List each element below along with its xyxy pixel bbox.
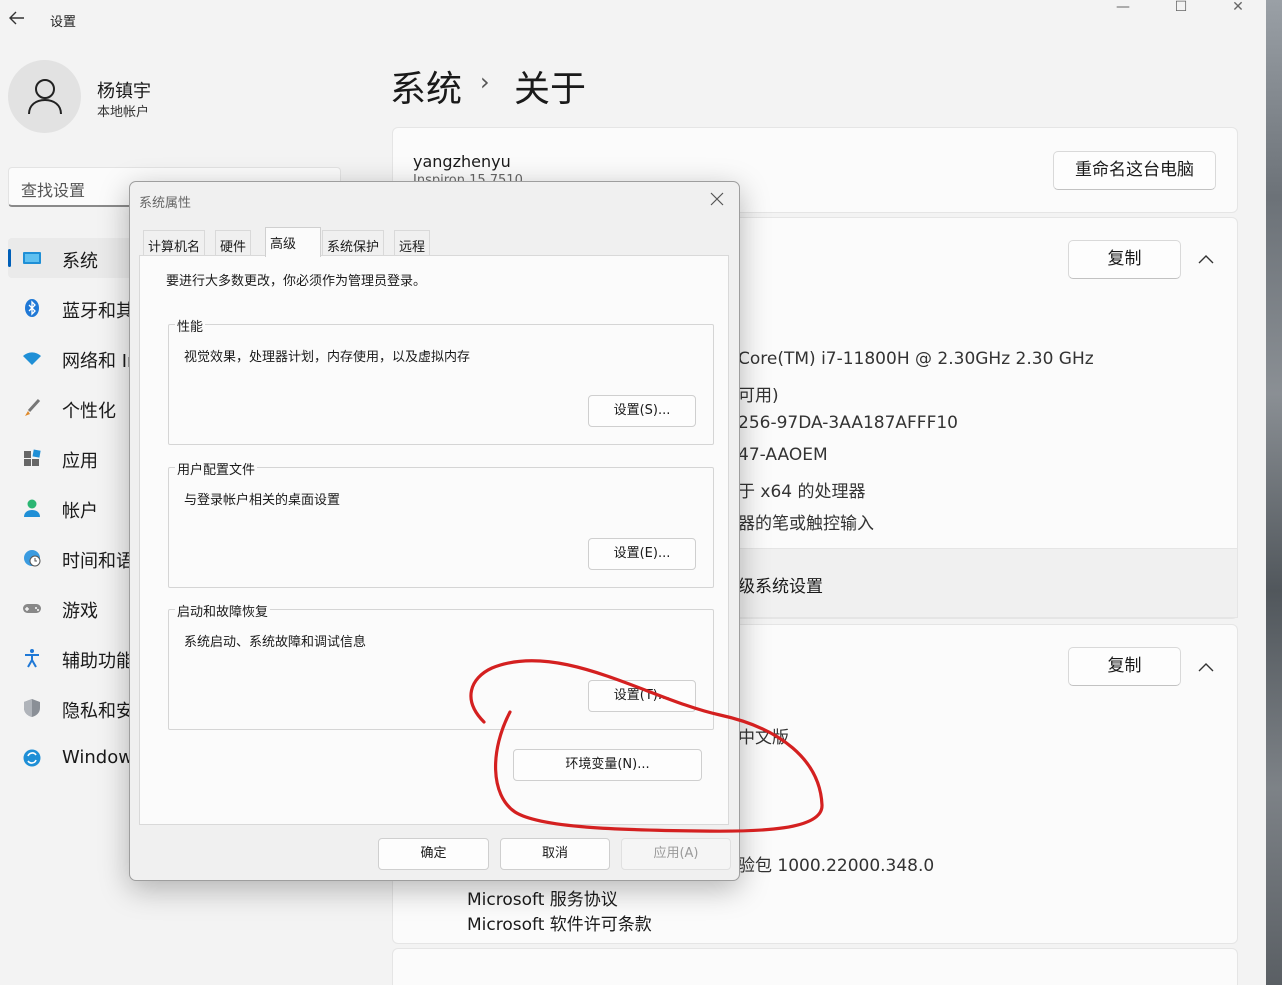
- performance-settings-button[interactable]: 设置(S)...: [588, 395, 696, 427]
- wifi-icon: [23, 352, 41, 365]
- globe-clock-icon: [24, 550, 41, 567]
- spec-product-id: 47-AAOEM: [738, 445, 828, 465]
- update-icon: [23, 749, 41, 767]
- admin-note: 要进行大多数更改，你必须作为管理员登录。: [166, 274, 427, 289]
- group-description: 与登录帐户相关的桌面设置: [184, 493, 341, 508]
- breadcrumb-parent[interactable]: 系统: [390, 60, 462, 112]
- maximize-button[interactable]: ☐: [1158, 0, 1204, 18]
- brush-icon: [25, 398, 41, 416]
- sidebar-item-label: 蓝牙和其: [62, 301, 134, 322]
- cancel-button[interactable]: 取消: [500, 838, 610, 870]
- system-properties-dialog: 系统属性 计算机名 硬件 高级 系统保护 远程 要进行大多数更改，你必须作为管理…: [129, 181, 740, 881]
- performance-group: 性能 视觉效果，处理器计划，内存使用，以及虚拟内存 设置(S)...: [168, 316, 714, 445]
- tab-remote[interactable]: 远程: [394, 230, 431, 256]
- startup-recovery-settings-button[interactable]: 设置(T)...: [588, 680, 696, 712]
- group-title: 用户配置文件: [175, 459, 258, 478]
- group-description: 视觉效果，处理器计划，内存使用，以及虚拟内存: [184, 350, 471, 365]
- minimize-button[interactable]: —: [1100, 0, 1146, 18]
- spec-device-id: 256-97DA-3AA187AFFF10: [738, 413, 958, 433]
- spec-system-type: 于 x64 的处理器: [738, 482, 866, 502]
- service-agreement-link[interactable]: Microsoft 服务协议: [467, 885, 618, 910]
- ok-button[interactable]: 确定: [378, 838, 489, 870]
- group-title: 性能: [175, 316, 206, 335]
- spec-processor: Core(TM) i7-11800H @ 2.30GHz 2.30 GHz: [738, 349, 1094, 369]
- spec-experience: 验包 1000.22000.348.0: [738, 856, 935, 876]
- search-placeholder: 查找设置: [21, 181, 86, 200]
- sidebar-item-label: 时间和语: [62, 551, 134, 572]
- spec-edition: 中文版: [738, 728, 789, 748]
- dialog-title: 系统属性: [139, 196, 192, 211]
- tab-system-protection[interactable]: 系统保护: [322, 230, 385, 256]
- sidebar-item-label: 隐私和安: [62, 701, 134, 722]
- person-icon: [24, 499, 40, 517]
- shield-icon: [24, 699, 40, 717]
- tab-computer-name[interactable]: 计算机名: [143, 230, 206, 256]
- accessibility-icon: [25, 649, 39, 668]
- active-indicator: [8, 249, 11, 267]
- apply-button[interactable]: 应用(A): [621, 838, 731, 870]
- app-title: 设置: [50, 15, 77, 30]
- chevron-up-icon[interactable]: [1198, 249, 1214, 268]
- page-title: 关于: [514, 69, 587, 110]
- breadcrumb-separator: ›: [480, 68, 490, 96]
- sidebar-item-label: 网络和 In: [62, 351, 139, 372]
- copy-device-specs-button[interactable]: 复制: [1068, 240, 1181, 279]
- user-profiles-group: 用户配置文件 与登录帐户相关的桌面设置 设置(E)...: [168, 459, 714, 588]
- group-title: 启动和故障恢复: [175, 601, 271, 620]
- desktop-background-strip: [1266, 0, 1282, 985]
- user-profiles-settings-button[interactable]: 设置(E)...: [588, 538, 696, 570]
- rename-pc-button[interactable]: 重命名这台电脑: [1053, 151, 1216, 190]
- sidebar-item-label: 辅助功能: [62, 651, 134, 672]
- account-type: 本地帐户: [97, 105, 150, 120]
- copy-windows-specs-button[interactable]: 复制: [1068, 647, 1181, 686]
- group-description: 系统启动、系统故障和调试信息: [184, 635, 367, 650]
- person-icon: [28, 79, 62, 115]
- close-button[interactable]: ✕: [1215, 0, 1261, 18]
- tab-advanced[interactable]: 高级: [265, 227, 321, 257]
- sidebar-item-label: 个性化: [62, 401, 116, 422]
- related-settings-card: [392, 948, 1238, 985]
- back-arrow-icon[interactable]: [8, 9, 28, 29]
- environment-variables-button[interactable]: 环境变量(N)...: [513, 749, 702, 781]
- sidebar-item-label: 应用: [62, 451, 98, 472]
- monitor-icon: [23, 252, 41, 264]
- license-terms-link[interactable]: Microsoft 软件许可条款: [467, 910, 652, 935]
- gamepad-icon: [23, 604, 41, 613]
- advanced-tab-panel: 要进行大多数更改，你必须作为管理员登录。 性能 视觉效果，处理器计划，内存使用，…: [139, 255, 729, 825]
- advanced-system-settings-link[interactable]: 级系统设置: [738, 572, 823, 597]
- sidebar-item-label: 系统: [62, 251, 98, 272]
- avatar[interactable]: [8, 60, 81, 133]
- sidebar-item-label: 帐户: [62, 501, 98, 522]
- startup-recovery-group: 启动和故障恢复 系统启动、系统故障和调试信息 设置(T)...: [168, 601, 714, 730]
- spec-pen-touch: 器的笔或触控输入: [738, 514, 874, 534]
- spec-ram: 可用): [738, 386, 779, 406]
- apps-icon: [24, 449, 41, 466]
- dialog-close-icon[interactable]: [710, 191, 724, 210]
- device-name: yangzhenyu: [413, 152, 511, 171]
- chevron-up-icon[interactable]: [1198, 657, 1214, 676]
- tab-hardware[interactable]: 硬件: [215, 230, 252, 256]
- user-name: 杨镇宇: [97, 81, 151, 102]
- bluetooth-icon: [25, 299, 39, 317]
- sidebar-item-label: 游戏: [62, 601, 98, 622]
